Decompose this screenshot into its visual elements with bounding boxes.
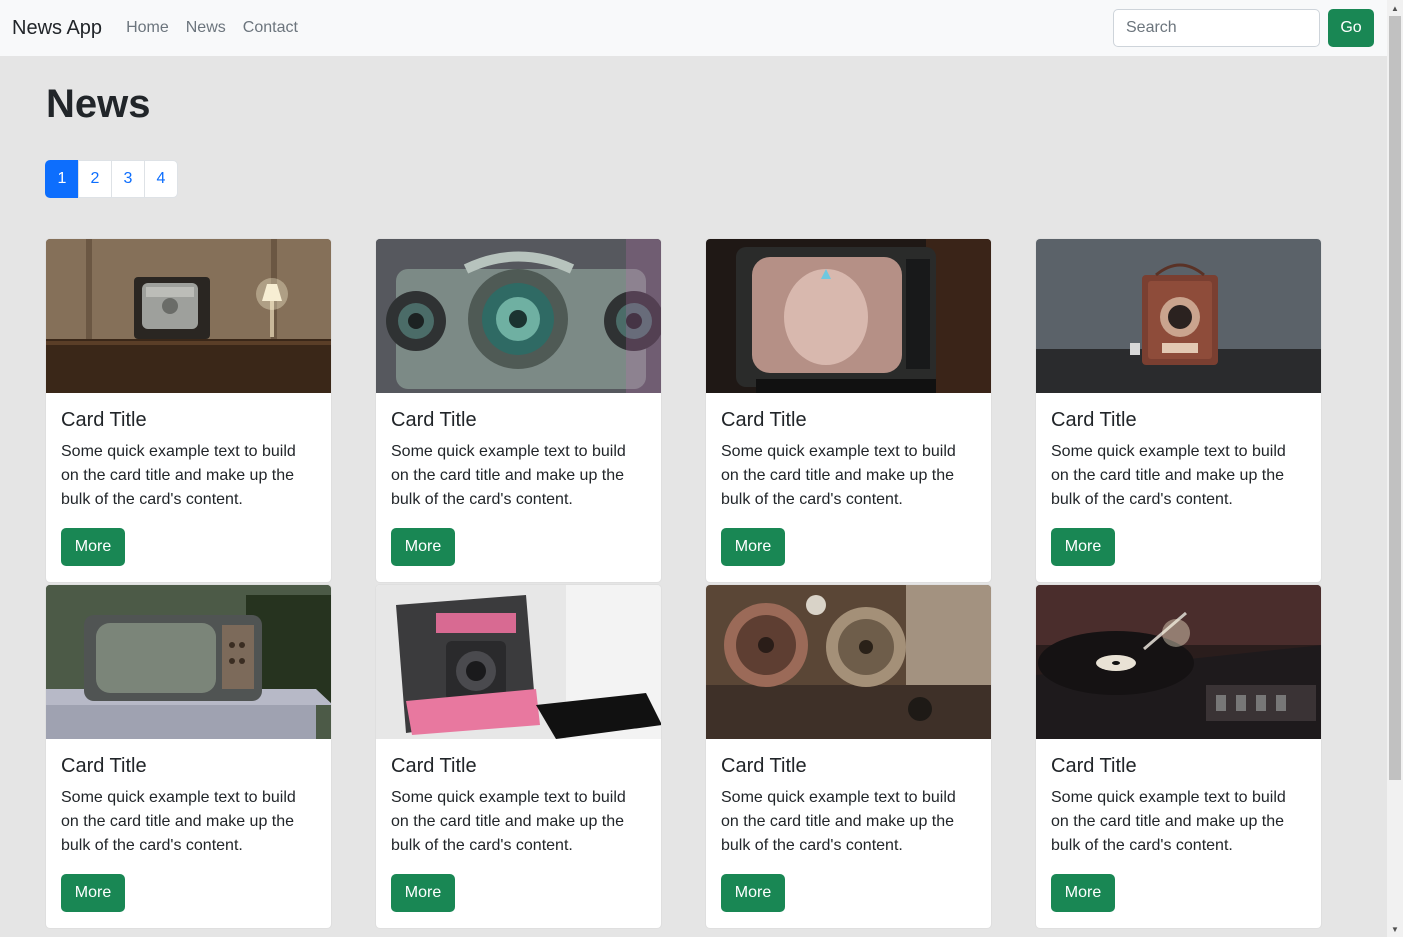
card-text: Some quick example text to build on the …	[391, 443, 626, 508]
page-link-4[interactable]: 4	[144, 160, 178, 198]
card-image-polaroid	[376, 585, 661, 739]
news-card: Card Title Some quick example text to bu…	[705, 238, 992, 583]
navbar: News App Home News Contact Go	[0, 0, 1387, 56]
card-text: Some quick example text to build on the …	[391, 789, 626, 854]
news-card: Card Title Some quick example text to bu…	[705, 584, 992, 929]
more-button[interactable]: More	[61, 528, 125, 566]
card-title: Card Title	[391, 409, 477, 431]
card-text: Some quick example text to build on the …	[61, 443, 296, 508]
card-text: Some quick example text to build on the …	[721, 443, 956, 508]
page-title: News	[46, 82, 151, 126]
page-link-3[interactable]: 3	[111, 160, 145, 198]
card-image-crt-tv	[706, 239, 991, 393]
more-button[interactable]: More	[721, 874, 785, 912]
search-input[interactable]	[1113, 9, 1320, 47]
more-button[interactable]: More	[721, 528, 785, 566]
card-text: Some quick example text to build on the …	[1051, 789, 1286, 854]
news-card: Card Title Some quick example text to bu…	[375, 584, 662, 929]
card-image-box-camera	[1036, 239, 1321, 393]
card-title: Card Title	[61, 755, 147, 777]
scroll-thumb[interactable]	[1389, 16, 1401, 780]
more-button[interactable]: More	[391, 874, 455, 912]
news-card: Card Title Some quick example text to bu…	[375, 238, 662, 583]
news-card: Card Title Some quick example text to bu…	[45, 584, 332, 929]
page-link-1[interactable]: 1	[45, 160, 79, 198]
card-text: Some quick example text to build on the …	[61, 789, 296, 854]
card-image-abandoned-tv	[46, 585, 331, 739]
card-title: Card Title	[61, 409, 147, 431]
news-card: Card Title Some quick example text to bu…	[1035, 238, 1322, 583]
go-button[interactable]: Go	[1328, 9, 1374, 47]
more-button[interactable]: More	[1051, 874, 1115, 912]
news-card: Card Title Some quick example text to bu…	[45, 238, 332, 583]
news-card: Card Title Some quick example text to bu…	[1035, 584, 1322, 929]
card-title: Card Title	[1051, 409, 1137, 431]
more-button[interactable]: More	[391, 528, 455, 566]
pagination: 1 2 3 4	[45, 160, 178, 198]
card-image-record-player	[1036, 585, 1321, 739]
more-button[interactable]: More	[61, 874, 125, 912]
page-scrollbar[interactable]: ▲ ▼	[1387, 0, 1403, 937]
card-text: Some quick example text to build on the …	[721, 789, 956, 854]
card-title: Card Title	[721, 409, 807, 431]
more-button[interactable]: More	[1051, 528, 1115, 566]
nav-link-news[interactable]: News	[186, 19, 226, 37]
card-image-film-reels	[706, 585, 991, 739]
nav-link-home[interactable]: Home	[126, 19, 169, 37]
card-title: Card Title	[391, 755, 477, 777]
card-image-vintage-tv	[46, 239, 331, 393]
card-title: Card Title	[1051, 755, 1137, 777]
card-text: Some quick example text to build on the …	[1051, 443, 1286, 508]
scroll-down-icon[interactable]: ▼	[1387, 921, 1403, 937]
brand-link[interactable]: News App	[12, 17, 102, 40]
scroll-up-icon[interactable]: ▲	[1387, 0, 1403, 16]
page-link-2[interactable]: 2	[78, 160, 112, 198]
card-image-projector	[376, 239, 661, 393]
card-title: Card Title	[721, 755, 807, 777]
nav-link-contact[interactable]: Contact	[243, 19, 298, 37]
